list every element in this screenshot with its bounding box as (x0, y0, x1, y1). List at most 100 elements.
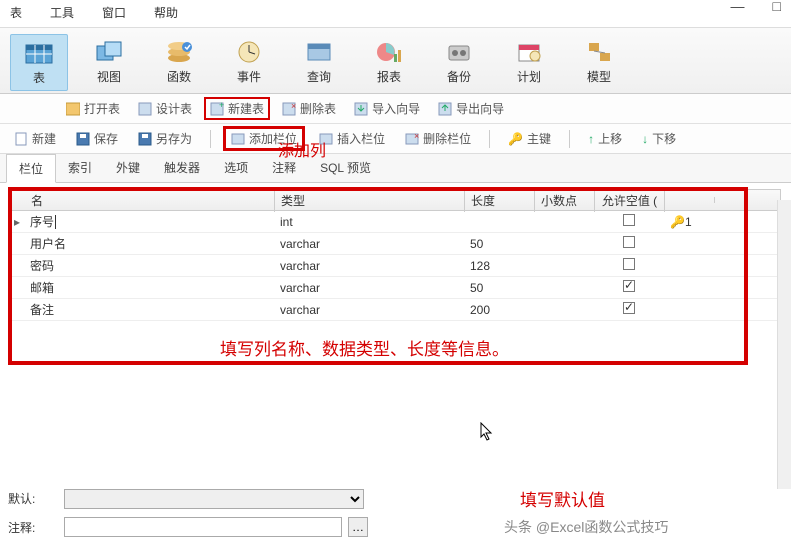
cell-length[interactable]: 200 (464, 301, 534, 319)
cell-length[interactable]: 50 (464, 279, 534, 297)
comment-ellipsis-button[interactable]: … (348, 517, 368, 537)
schedule-icon (513, 38, 545, 66)
ribbon-report[interactable]: 报表 (360, 34, 418, 91)
save-button[interactable]: 保存 (70, 127, 124, 150)
cell-type[interactable]: varchar (274, 257, 464, 275)
delete-table-button[interactable]: ×删除表 (276, 97, 342, 120)
cell-decimals[interactable] (534, 220, 594, 224)
table-row[interactable]: 邮箱 varchar 50 (10, 277, 781, 299)
ribbon-view[interactable]: 视图 (80, 34, 138, 91)
ribbon-function[interactable]: 函数 (150, 34, 208, 91)
allow-null-checkbox[interactable] (623, 258, 635, 270)
design-table-button[interactable]: 设计表 (132, 97, 198, 120)
cell-decimals[interactable] (534, 308, 594, 312)
table-row[interactable]: 备注 varchar 200 (10, 299, 781, 321)
tab-index[interactable]: 索引 (56, 154, 104, 182)
ribbon-label: 函数 (167, 68, 191, 85)
col-name[interactable]: 名 (25, 189, 275, 212)
comment-label: 注释: (8, 519, 58, 536)
default-select[interactable] (64, 489, 364, 509)
ribbon: 表 视图 函数 事件 查询 报表 备份 计划 模型 (0, 28, 791, 94)
new-button[interactable]: 新建 (8, 127, 62, 150)
menu-item[interactable]: 帮助 (154, 4, 178, 21)
col-allownull[interactable]: 允许空值 ( (595, 189, 665, 212)
ribbon-schedule[interactable]: 计划 (500, 34, 558, 91)
cell-name[interactable]: 序号 (24, 211, 274, 232)
cell-decimals[interactable] (534, 242, 594, 246)
col-decimals[interactable]: 小数点 (535, 189, 595, 212)
arrow-up-icon: ↑ (588, 132, 594, 146)
ribbon-label: 表 (33, 69, 45, 86)
annotation-fill-default: 填写默认值 (520, 486, 605, 511)
cell-decimals[interactable] (534, 264, 594, 268)
ribbon-label: 备份 (447, 68, 471, 85)
svg-text:+: + (219, 102, 224, 110)
insert-field-button[interactable]: 插入栏位 (313, 127, 391, 150)
cell-name[interactable]: 备注 (24, 299, 274, 320)
vertical-scrollbar[interactable] (777, 200, 791, 489)
query-icon (303, 38, 335, 66)
allow-null-checkbox[interactable] (623, 280, 635, 292)
event-icon (233, 38, 265, 66)
tab-sql[interactable]: SQL 预览 (308, 154, 383, 182)
tab-options[interactable]: 选项 (212, 154, 260, 182)
tab-fields[interactable]: 栏位 (6, 154, 56, 183)
view-icon (93, 38, 125, 66)
cell-length[interactable]: 128 (464, 257, 534, 275)
ribbon-backup[interactable]: 备份 (430, 34, 488, 91)
col-length[interactable]: 长度 (465, 189, 535, 212)
cell-type[interactable]: varchar (274, 279, 464, 297)
table-icon (23, 39, 55, 67)
ribbon-event[interactable]: 事件 (220, 34, 278, 91)
table-toolbar: 打开表 设计表 +新建表 ×删除表 导入向导 导出向导 (0, 94, 791, 124)
tab-comment[interactable]: 注释 (260, 154, 308, 182)
table-row[interactable]: 密码 varchar 128 (10, 255, 781, 277)
maximize-icon[interactable]: □ (773, 0, 781, 14)
add-field-button[interactable]: 添加栏位 (223, 126, 305, 151)
ribbon-query[interactable]: 查询 (290, 34, 348, 91)
report-icon (373, 38, 405, 66)
export-wizard-button[interactable]: 导出向导 (432, 97, 510, 120)
move-down-button[interactable]: ↓下移 (636, 127, 682, 150)
ribbon-label: 视图 (97, 68, 121, 85)
svg-text:×: × (414, 132, 419, 141)
open-table-button[interactable]: 打开表 (60, 97, 126, 120)
cell-type[interactable]: int (274, 213, 464, 231)
primary-key-button[interactable]: 🔑主键 (502, 127, 557, 150)
ribbon-table[interactable]: 表 (10, 34, 68, 91)
new-table-button[interactable]: +新建表 (204, 97, 270, 120)
menu-item[interactable]: 表 (10, 4, 22, 21)
key-icon: 🔑 (508, 132, 523, 146)
menu-item[interactable]: 窗口 (102, 4, 126, 21)
import-wizard-button[interactable]: 导入向导 (348, 97, 426, 120)
model-icon (583, 38, 615, 66)
cell-type[interactable]: varchar (274, 235, 464, 253)
default-label: 默认: (8, 490, 58, 507)
allow-null-checkbox[interactable] (623, 302, 635, 314)
tab-fk[interactable]: 外键 (104, 154, 152, 182)
tab-trigger[interactable]: 触发器 (152, 154, 212, 182)
minimize-icon[interactable]: — (731, 0, 745, 14)
cell-name[interactable]: 邮箱 (24, 277, 274, 298)
arrow-down-icon: ↓ (642, 132, 648, 146)
cell-length[interactable] (464, 220, 534, 224)
cell-name[interactable]: 密码 (24, 255, 274, 276)
ribbon-model[interactable]: 模型 (570, 34, 628, 91)
delete-field-button[interactable]: ×删除栏位 (399, 127, 477, 150)
ribbon-label: 计划 (517, 68, 541, 85)
table-row[interactable]: 用户名 varchar 50 (10, 233, 781, 255)
move-up-button[interactable]: ↑上移 (582, 127, 628, 150)
menu-item[interactable]: 工具 (50, 4, 74, 21)
allow-null-checkbox[interactable] (623, 236, 635, 248)
cell-decimals[interactable] (534, 286, 594, 290)
allow-null-checkbox[interactable] (623, 214, 635, 226)
col-type[interactable]: 类型 (275, 189, 465, 212)
cell-type[interactable]: varchar (274, 301, 464, 319)
cell-length[interactable]: 50 (464, 235, 534, 253)
saveas-button[interactable]: 另存为 (132, 127, 198, 150)
watermark: 头条 @Excel函数公式技巧 (504, 517, 668, 537)
cell-name[interactable]: 用户名 (24, 233, 274, 254)
comment-input[interactable] (64, 517, 342, 537)
designer-tabs: 栏位 索引 外键 触发器 选项 注释 SQL 预览 (0, 154, 791, 183)
table-row[interactable]: ▸ 序号 int 🔑1 (10, 211, 781, 233)
